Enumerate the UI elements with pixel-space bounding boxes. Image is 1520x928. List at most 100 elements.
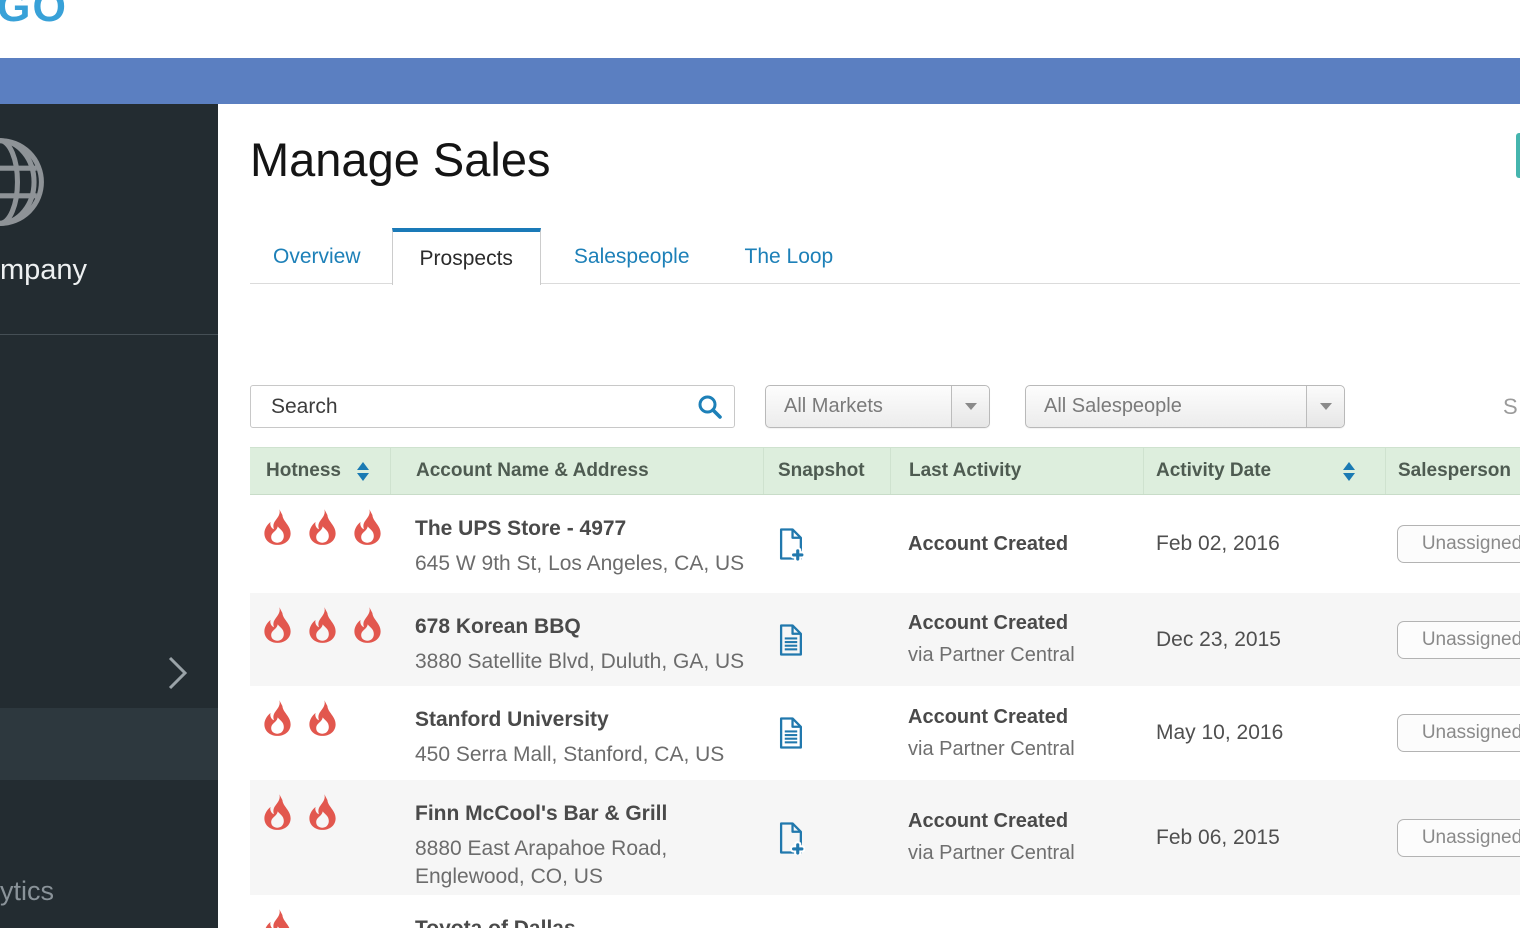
- sidebar: mpany ytics: [0, 104, 218, 928]
- document-text-icon[interactable]: [778, 716, 805, 750]
- tab-prospects[interactable]: Prospects: [392, 228, 541, 285]
- unassigned-button[interactable]: Unassigned: [1397, 714, 1520, 752]
- tab-the-loop[interactable]: The Loop: [745, 228, 834, 285]
- document-text-icon[interactable]: [778, 623, 805, 657]
- chevron-right-icon[interactable]: [166, 654, 190, 692]
- activity-text: Account Created: [908, 533, 1143, 556]
- partial-text-right: S: [1503, 394, 1518, 420]
- top-bar: GO: [0, 0, 1520, 58]
- account-address-line2: Englewood, CO, US: [415, 863, 763, 891]
- table-row[interactable]: Toyota of Dallas: [250, 895, 1520, 928]
- snapshot-cell: [763, 593, 890, 686]
- activity-date-cell: [1143, 895, 1385, 928]
- activity-via-text: via Partner Central: [908, 842, 1143, 865]
- account-cell: Finn McCool's Bar & Grill 8880 East Arapa…: [390, 780, 763, 895]
- account-address: 3880 Satellite Blvd, Duluth, GA, US: [415, 648, 763, 676]
- salespeople-dropdown-value: All Salespeople: [1026, 395, 1306, 418]
- activity-via-text: via Partner Central: [908, 644, 1143, 667]
- column-header-last-activity: Last Activity: [890, 448, 1143, 494]
- logo[interactable]: GO: [0, 0, 68, 32]
- column-header-activity-date[interactable]: Activity Date: [1143, 448, 1385, 494]
- activity-date: Feb 06, 2015: [1156, 826, 1280, 850]
- last-activity-cell: [890, 895, 1143, 928]
- table-row[interactable]: The UPS Store - 4977 645 W 9th St, Los An…: [250, 495, 1520, 593]
- partial-action-button[interactable]: [1516, 133, 1520, 178]
- account-cell: The UPS Store - 4977 645 W 9th St, Los An…: [390, 495, 763, 593]
- hotness-cell: [250, 895, 390, 928]
- salesperson-cell: Unassigned: [1385, 593, 1520, 686]
- flame-icon: [307, 699, 338, 737]
- account-name: Stanford University: [415, 707, 763, 733]
- account-name: Finn McCool's Bar & Grill: [415, 801, 763, 827]
- table-header: Hotness Account Name & Address Snapshot …: [250, 447, 1520, 495]
- snapshot-cell: [763, 686, 890, 780]
- search-box: [250, 385, 735, 428]
- salesperson-cell: Unassigned: [1385, 495, 1520, 593]
- flame-icon: [262, 508, 293, 546]
- column-header-hotness[interactable]: Hotness: [250, 448, 390, 494]
- tab-overview[interactable]: Overview: [273, 228, 361, 285]
- column-header-snapshot: Snapshot: [763, 448, 890, 494]
- caret-down-icon: [1320, 403, 1332, 410]
- sort-arrows-icon[interactable]: [1343, 462, 1355, 481]
- hotness-cell: [250, 593, 390, 686]
- search-input[interactable]: [250, 385, 735, 428]
- account-cell: Stanford University 450 Serra Mall, Stanf…: [390, 686, 763, 780]
- salesperson-cell: [1385, 895, 1520, 928]
- document-add-icon[interactable]: [778, 527, 805, 561]
- search-icon[interactable]: [697, 394, 723, 420]
- flame-icon: [307, 793, 338, 831]
- flame-icon: [307, 606, 338, 644]
- account-cell: Toyota of Dallas: [390, 895, 763, 928]
- account-address: 8880 East Arapahoe Road,: [415, 835, 763, 863]
- page-title: Manage Sales: [250, 132, 550, 187]
- column-header-salesperson: Salesperson: [1385, 448, 1520, 494]
- activity-date-cell: May 10, 2016: [1143, 686, 1385, 780]
- table-row[interactable]: Stanford University 450 Serra Mall, Stanf…: [250, 686, 1520, 780]
- account-cell: 678 Korean BBQ 3880 Satellite Blvd, Dulut…: [390, 593, 763, 686]
- caret-down-icon: [965, 403, 977, 410]
- activity-date: Feb 02, 2016: [1156, 532, 1280, 556]
- hotness-cell: [250, 686, 390, 780]
- column-header-account: Account Name & Address: [390, 448, 763, 494]
- unassigned-button[interactable]: Unassigned: [1397, 621, 1520, 659]
- activity-date: May 10, 2016: [1156, 721, 1283, 745]
- activity-via-text: via Partner Central: [908, 738, 1143, 761]
- markets-dropdown-value: All Markets: [766, 395, 951, 418]
- hotness-cell: [250, 780, 390, 895]
- flame-icon: [307, 508, 338, 546]
- activity-text: Account Created: [908, 706, 1143, 729]
- activity-date: Dec 23, 2015: [1156, 628, 1281, 652]
- hotness-cell: [250, 495, 390, 593]
- salesperson-cell: Unassigned: [1385, 780, 1520, 895]
- markets-dropdown[interactable]: All Markets: [765, 385, 990, 428]
- document-add-icon[interactable]: [778, 821, 805, 855]
- last-activity-cell: Account Created: [890, 495, 1143, 593]
- flame-icon: [262, 606, 293, 644]
- unassigned-button[interactable]: Unassigned: [1397, 819, 1520, 857]
- flame-icon: [352, 606, 383, 644]
- sidebar-item-analytics[interactable]: ytics: [0, 876, 54, 907]
- prospects-table: Hotness Account Name & Address Snapshot …: [250, 447, 1520, 928]
- dropdown-arrow-box[interactable]: [951, 386, 989, 427]
- table-row[interactable]: Finn McCool's Bar & Grill 8880 East Arapa…: [250, 780, 1520, 895]
- snapshot-cell: [763, 895, 890, 928]
- activity-text: Account Created: [908, 810, 1143, 833]
- flame-icon: [352, 508, 383, 546]
- account-address: 645 W 9th St, Los Angeles, CA, US: [415, 550, 763, 578]
- salespeople-dropdown[interactable]: All Salespeople: [1025, 385, 1345, 428]
- dropdown-arrow-box[interactable]: [1306, 386, 1344, 427]
- globe-icon: [0, 136, 46, 228]
- table-row[interactable]: 678 Korean BBQ 3880 Satellite Blvd, Dulut…: [250, 593, 1520, 686]
- salesperson-cell: Unassigned: [1385, 686, 1520, 780]
- account-name: The UPS Store - 4977: [415, 516, 763, 542]
- activity-date-cell: Dec 23, 2015: [1143, 593, 1385, 686]
- sidebar-item-highlighted[interactable]: [0, 708, 218, 780]
- sort-arrows-icon[interactable]: [357, 462, 369, 481]
- account-address: 450 Serra Mall, Stanford, CA, US: [415, 741, 763, 769]
- tab-salespeople[interactable]: Salespeople: [574, 228, 690, 285]
- header-bar: [0, 58, 1520, 104]
- table-body: The UPS Store - 4977 645 W 9th St, Los An…: [250, 495, 1520, 928]
- account-name: 678 Korean BBQ: [415, 614, 763, 640]
- unassigned-button[interactable]: Unassigned: [1397, 525, 1520, 563]
